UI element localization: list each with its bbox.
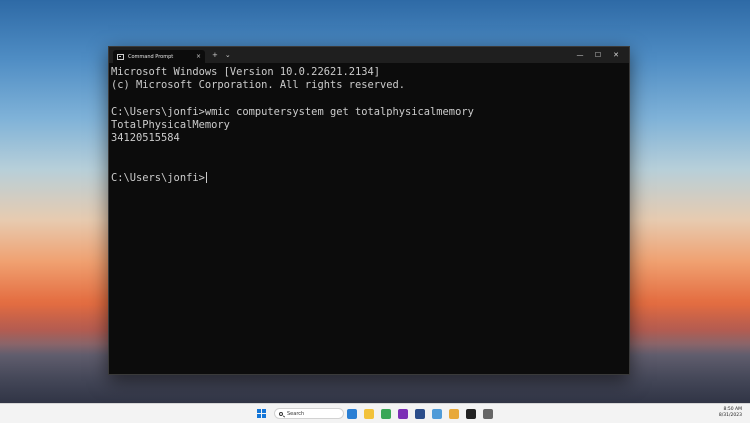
console-line: 34120515584	[111, 132, 180, 145]
chrome-icon[interactable]	[381, 409, 391, 419]
terminal-window[interactable]: Command Prompt × + ⌄ — ☐ ✕ Microsoft Win…	[108, 46, 630, 375]
tab-command-prompt[interactable]: Command Prompt ×	[113, 50, 205, 63]
console-line: C:\Users\jonfi>wmic computersystem get t…	[111, 105, 474, 118]
new-tab-button[interactable]: +	[212, 51, 218, 59]
window-controls: — ☐ ✕	[571, 47, 625, 63]
settings-icon[interactable]	[483, 409, 493, 419]
console-line: TotalPhysicalMemory	[111, 119, 230, 132]
windows-logo-icon	[257, 414, 261, 418]
onenote-icon[interactable]	[398, 409, 408, 419]
console-output[interactable]: Microsoft Windows [Version 10.0.22621.21…	[109, 63, 629, 186]
minimize-button[interactable]: —	[571, 51, 589, 59]
windows-logo-icon	[262, 409, 266, 413]
windows-logo-icon	[257, 409, 261, 413]
taskbar-search[interactable]: Search	[274, 408, 344, 419]
clock-date: 8/31/2023	[718, 413, 742, 418]
photoshop-icon[interactable]	[415, 409, 425, 419]
notepad-icon[interactable]	[432, 409, 442, 419]
prompt: C:\Users\jonfi>	[111, 172, 205, 185]
console-line: Microsoft Windows [Version 10.0.22621.21…	[111, 66, 380, 78]
tab-dropdown-icon[interactable]: ⌄	[225, 51, 231, 59]
bing-chat-icon[interactable]	[347, 409, 357, 419]
command-prompt-icon	[117, 53, 124, 60]
search-icon	[279, 411, 283, 416]
start-button[interactable]	[257, 409, 266, 418]
prompt-line[interactable]: C:\Users\jonfi>	[111, 172, 627, 185]
tab-title: Command Prompt	[128, 53, 174, 60]
close-tab-icon[interactable]: ×	[196, 53, 201, 60]
title-bar[interactable]: Command Prompt × + ⌄ — ☐ ✕	[109, 47, 629, 63]
terminal-icon[interactable]	[466, 409, 476, 419]
close-button[interactable]: ✕	[607, 51, 625, 59]
console-line: (c) Microsoft Corporation. All rights re…	[111, 79, 406, 92]
windows-logo-icon	[262, 414, 266, 418]
chrome-canary-icon[interactable]	[449, 409, 459, 419]
maximize-button[interactable]: ☐	[589, 51, 607, 59]
taskbar: Search 8:50 AM 8/31/2023	[0, 403, 750, 423]
search-label: Search	[287, 410, 305, 417]
file-explorer-icon[interactable]	[364, 409, 374, 419]
system-clock[interactable]: 8:50 AM 8/31/2023	[719, 407, 742, 419]
text-cursor	[205, 172, 207, 184]
